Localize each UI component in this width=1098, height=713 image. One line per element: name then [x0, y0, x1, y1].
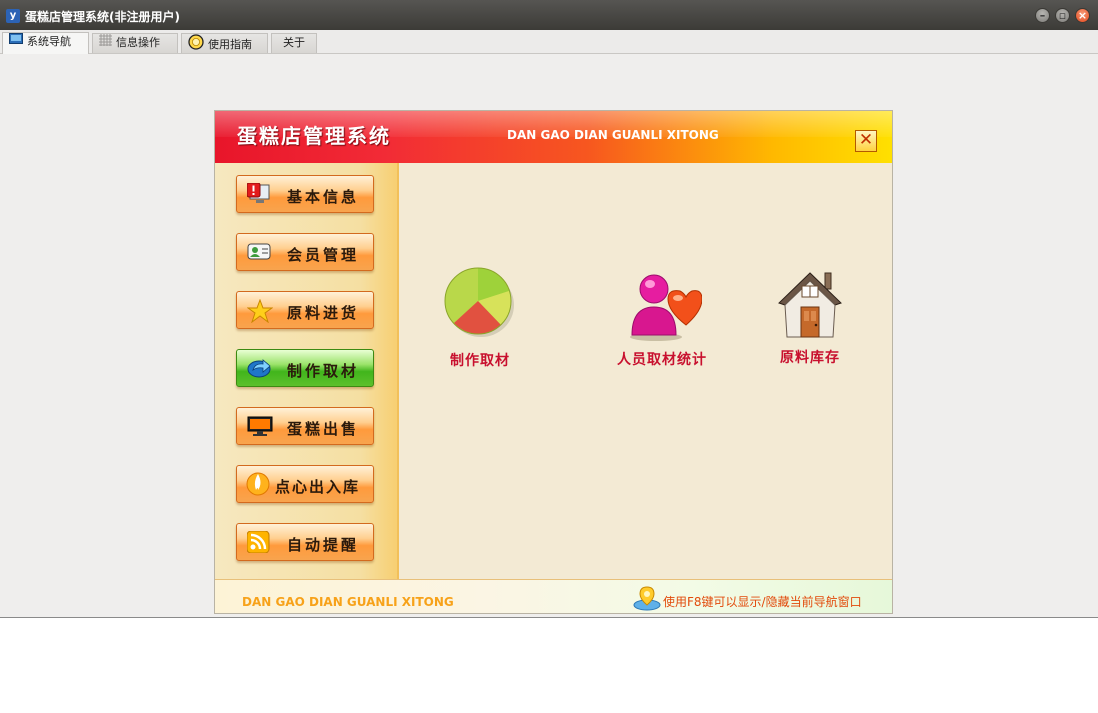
- panel-close-button[interactable]: ✕: [855, 130, 877, 152]
- title-bar[interactable]: y 蛋糕店管理系统(非注册用户) – ▫ ×: [0, 0, 1098, 30]
- rss-icon: [246, 530, 271, 554]
- banner-title: 蛋糕店管理系统: [237, 124, 391, 148]
- navigation-panel: 蛋糕店管理系统 DAN GAO DIAN GUANLI XITONG ✕ 基本信…: [214, 110, 893, 614]
- nav-label: 基本信息: [287, 188, 360, 206]
- footer-pinyin: DAN GAO DIAN GUANLI XITONG: [242, 595, 454, 609]
- nav-label: 会员管理: [287, 246, 360, 264]
- nav-reminder-button[interactable]: 自动提醒: [236, 523, 374, 561]
- tab-bar: 系统导航 信息操作 使用指南 关于: [0, 30, 1098, 54]
- panel-banner: 蛋糕店管理系统 DAN GAO DIAN GUANLI XITONG ✕: [215, 111, 892, 163]
- user-heart-icon: [599, 269, 725, 343]
- tab-label: 关于: [283, 36, 305, 49]
- monitor-icon: [9, 33, 23, 51]
- nav-label: 点心出入库: [275, 478, 361, 496]
- nav-label: 原料进货: [287, 304, 360, 322]
- tab-system-nav[interactable]: 系统导航: [2, 32, 89, 54]
- production-item[interactable]: 制作取材: [425, 265, 535, 370]
- sidebar: 基本信息 会员管理 原料进货 制作取材 蛋糕出售 点心出入库 自动提醒: [215, 163, 399, 579]
- staff-stats-label: 人员取材统计: [617, 352, 707, 368]
- nav-label: 自动提醒: [287, 536, 360, 554]
- alert-monitor-icon: [246, 182, 271, 205]
- minimize-button[interactable]: –: [1035, 8, 1050, 23]
- help-icon: [188, 34, 204, 56]
- nav-label: 制作取材: [287, 362, 360, 380]
- nav-label: 蛋糕出售: [287, 420, 360, 438]
- close-window-button[interactable]: ×: [1075, 8, 1090, 23]
- arrow-icon: [247, 357, 271, 379]
- house-icon: [762, 267, 858, 339]
- production-label: 制作取材: [450, 353, 510, 369]
- app-logo-icon: y: [6, 9, 20, 23]
- nav-basic-info-button[interactable]: 基本信息: [236, 175, 374, 213]
- pie-chart-icon: [425, 265, 535, 339]
- app-window: y 蛋糕店管理系统(非注册用户) – ▫ × 系统导航 信息操作 使用指南 关于…: [0, 0, 1098, 618]
- footer-hint: 使用F8键可以显示/隐藏当前导航窗口: [663, 595, 862, 609]
- member-card-icon: [247, 241, 271, 263]
- flame-icon: [245, 472, 270, 496]
- tab-label: 系统导航: [27, 35, 71, 48]
- grid-icon: [99, 34, 112, 52]
- nav-production-button[interactable]: 制作取材: [236, 349, 374, 387]
- maximize-button[interactable]: ▫: [1055, 8, 1070, 23]
- tab-guide[interactable]: 使用指南: [181, 33, 268, 53]
- inventory-item[interactable]: 原料库存: [762, 267, 858, 367]
- tab-about[interactable]: 关于: [271, 33, 317, 53]
- nav-member-button[interactable]: 会员管理: [236, 233, 374, 271]
- content-area: 制作取材 人员取材统计 原料库存: [399, 163, 892, 579]
- tab-label: 使用指南: [208, 38, 252, 51]
- tab-label: 信息操作: [116, 36, 160, 49]
- location-pin-icon: [633, 585, 661, 611]
- tab-info-ops[interactable]: 信息操作: [92, 33, 178, 53]
- nav-cake-sale-button[interactable]: 蛋糕出售: [236, 407, 374, 445]
- banner-subtitle: DAN GAO DIAN GUANLI XITONG: [507, 128, 719, 142]
- staff-stats-item[interactable]: 人员取材统计: [599, 269, 725, 369]
- inventory-label: 原料库存: [780, 350, 840, 366]
- nav-purchase-button[interactable]: 原料进货: [236, 291, 374, 329]
- window-title: 蛋糕店管理系统(非注册用户): [25, 10, 180, 24]
- nav-dessert-stock-button[interactable]: 点心出入库: [236, 465, 374, 503]
- star-icon: [246, 298, 274, 324]
- display-icon: [247, 415, 273, 437]
- panel-footer: DAN GAO DIAN GUANLI XITONG 使用F8键可以显示/隐藏当…: [215, 579, 892, 613]
